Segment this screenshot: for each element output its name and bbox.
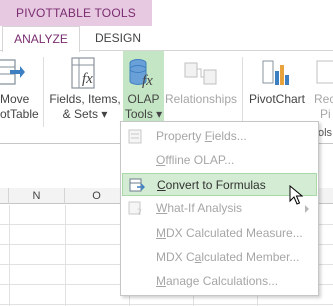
move-label-line1: Move <box>0 92 30 106</box>
olap-label-line1: OLAP <box>127 92 160 106</box>
svg-text:?: ? <box>137 208 142 216</box>
menu-item-offline-olap[interactable]: Offline OLAP... <box>122 149 317 172</box>
menu-item-convert-to-formulas[interactable]: Convert to Formulas <box>122 173 317 196</box>
menu-item-label: Convert to Formulas <box>157 178 266 192</box>
relationships-label: Relationships <box>164 92 238 106</box>
olap-tools-button[interactable]: fx OLAP Tools ▾ <box>123 51 164 123</box>
olap-label-line2: Tools ▾ <box>124 107 163 121</box>
tab-design[interactable]: DESIGN <box>86 26 150 51</box>
reco-label-line1: Reco <box>314 92 333 106</box>
what-if-analysis-icon: ? <box>128 201 142 216</box>
grid-row-line <box>0 304 333 305</box>
column-header-n[interactable]: N <box>9 188 65 204</box>
menu-item-label: MDX Calculated Member... <box>156 250 300 264</box>
menu-item-mdx-calculated-member[interactable]: MDX Calculated Member... <box>122 246 317 269</box>
reco-label-line2: Pi <box>320 107 331 121</box>
grid-column-line <box>65 205 66 306</box>
contextual-tab-group-label: PIVOTTABLE TOOLS <box>0 0 152 26</box>
group-label-fragment: ols <box>318 127 333 139</box>
recommended-pivottables-icon <box>316 60 333 84</box>
pivotchart-label: PivotChart <box>248 92 306 106</box>
menu-item-mdx-calculated-measure[interactable]: MDX Calculated Measure... <box>122 222 317 245</box>
svg-text:fx: fx <box>82 71 93 87</box>
menu-item-label: Offline OLAP... <box>156 153 235 167</box>
olap-tools-menu: Property Fields... Offline OLAP... Conve… <box>120 121 319 296</box>
relationships-icon <box>184 62 217 85</box>
move-pivottable-icon <box>0 59 25 85</box>
menu-item-label: Property Fields... <box>156 129 247 143</box>
ribbon-group-separator <box>242 57 243 127</box>
fields-label-line1: Fields, Items, <box>49 92 121 106</box>
menu-item-label: Manage Calculations... <box>156 274 279 288</box>
grid-column-line <box>9 205 10 306</box>
ribbon-tab-row: ANALYZE DESIGN <box>0 26 333 52</box>
menu-item-what-if-analysis[interactable]: ? What-If Analysis <box>122 197 317 220</box>
menu-item-label: MDX Calculated Measure... <box>156 226 303 240</box>
menu-item-label: What-If Analysis <box>156 201 243 215</box>
tab-analyze[interactable]: ANALYZE <box>2 26 80 52</box>
move-pivottable-button[interactable]: Move otTable <box>0 51 40 143</box>
property-fields-icon <box>128 129 142 144</box>
olap-tools-icon: fx <box>129 59 153 89</box>
mouse-pointer-icon <box>289 185 303 205</box>
pivotchart-icon <box>262 60 289 85</box>
ribbon-group-separator <box>43 57 44 127</box>
fields-items-sets-icon: fx <box>71 57 95 89</box>
menu-item-property-fields[interactable]: Property Fields... <box>122 125 317 148</box>
column-header[interactable] <box>0 188 9 204</box>
fields-items-sets-button[interactable]: fx Fields, Items, & Sets ▾ <box>48 51 122 143</box>
fields-label-line2: & Sets ▾ <box>62 107 108 121</box>
convert-to-formulas-icon <box>129 178 145 192</box>
move-label-line2: otTable <box>0 107 39 121</box>
menu-item-manage-calculations[interactable]: Manage Calculations... <box>122 270 317 293</box>
submenu-arrow-icon <box>305 205 309 213</box>
svg-text:fx: fx <box>142 73 153 89</box>
